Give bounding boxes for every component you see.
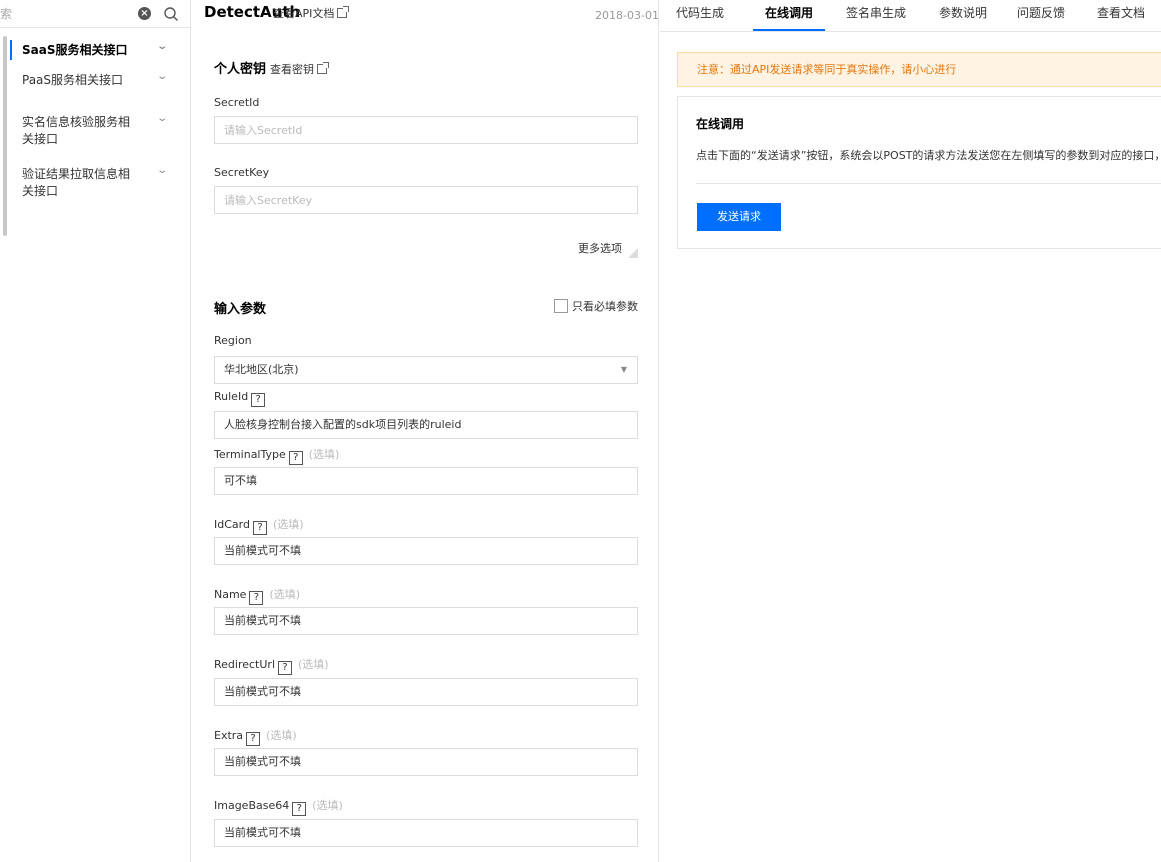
sidebar-search-bar: × [0, 0, 191, 28]
external-link-icon [337, 6, 350, 18]
tab-signature-gen[interactable]: 签名串生成 [846, 4, 906, 31]
sidebar-item-label: PaaS服务相关接口 [22, 73, 124, 87]
sidebar-item-paas[interactable]: PaaS服务相关接口 ⌄ [10, 66, 180, 108]
help-icon[interactable]: ? [292, 802, 307, 816]
caret-down-icon: ▼ [620, 365, 627, 374]
region-select-value: 华北地区(北京) [224, 363, 299, 376]
param-name: RuleId [214, 390, 249, 403]
sidebar-item-realname[interactable]: 实名信息核验服务相关接口 ⌄ [10, 108, 180, 160]
param-input-name[interactable]: 当前模式可不填 [214, 607, 638, 635]
param-input-idcard[interactable]: 当前模式可不填 [214, 537, 638, 565]
help-icon[interactable]: ? [249, 591, 264, 605]
help-icon[interactable]: ? [252, 521, 267, 535]
secret-key-label: SecretKey [214, 166, 270, 179]
view-secret-link[interactable]: 查看密钥 [270, 62, 330, 76]
invoke-title: 在线调用 [696, 117, 745, 131]
optional-tag: (选填) [312, 799, 343, 812]
param-name: RedirectUrl [214, 658, 275, 671]
param-label-imagebase64: ImageBase64? (选填) [214, 797, 343, 816]
api-version-date: 2018-03-01 [595, 9, 659, 22]
api-doc-link-label: 查看API文档 [273, 7, 335, 20]
params-section-title: 输入参数 [214, 302, 267, 317]
optional-tag: (选填) [298, 658, 329, 671]
invoke-card: 在线调用 点击下面的“发送请求”按钮，系统会以POST的请求方法发送您在左侧填写… [677, 96, 1161, 249]
sidebar-item-label: 验证结果拉取信息相关接口 [22, 167, 131, 198]
secret-id-input[interactable] [214, 116, 638, 144]
required-only-label: 只看必填参数 [572, 300, 638, 313]
send-request-button[interactable]: 发送请求 [697, 203, 781, 231]
required-only-checkbox[interactable] [554, 299, 568, 313]
secret-key-input[interactable] [214, 186, 638, 214]
chevron-down-icon: ⌄ [155, 41, 168, 52]
tab-online-invoke[interactable]: 在线调用 [752, 4, 826, 31]
sidebar-item-label: 实名信息核验服务相关接口 [22, 115, 131, 146]
secret-id-label: SecretId [214, 96, 260, 109]
sidebar-item-label: SaaS服务相关接口 [22, 43, 128, 57]
param-label-extra: Extra? (选填) [214, 727, 297, 746]
warning-banner: 注意：通过API发送请求等同于真实操作，请小心进行 [677, 52, 1161, 87]
optional-tag: (选填) [269, 588, 301, 601]
chevron-down-icon: ⌄ [155, 113, 168, 124]
tab-code-gen[interactable]: 代码生成 [676, 4, 724, 31]
param-name: Name [214, 588, 247, 601]
search-icon[interactable] [163, 6, 179, 22]
secret-section-heading: 个人密钥 [214, 62, 267, 77]
sidebar-scrollbar[interactable] [3, 36, 7, 236]
divider [696, 183, 1161, 184]
param-input-redirecturl[interactable]: 当前模式可不填 [214, 678, 638, 706]
secret-section-title: 个人密钥 查看密钥 [214, 58, 330, 77]
sidebar-nav: SaaS服务相关接口 ⌄ PaaS服务相关接口 ⌄ 实名信息核验服务相关接口 ⌄… [10, 36, 180, 212]
help-icon[interactable]: ? [288, 451, 303, 465]
corner-expand-icon [628, 248, 638, 258]
param-input-ruleid[interactable]: 人脸核身控制台接入配置的sdk项目列表的ruleid [214, 411, 638, 439]
optional-tag: (选填) [266, 729, 297, 742]
view-secret-link-label: 查看密钥 [270, 63, 315, 76]
external-link-icon [317, 62, 330, 74]
param-input-imagebase64[interactable]: 当前模式可不填 [214, 819, 638, 847]
help-icon[interactable]: ? [251, 393, 266, 407]
optional-tag: (选填) [308, 448, 340, 461]
param-name: Extra [214, 729, 244, 742]
invoke-description: 点击下面的“发送请求”按钮，系统会以POST的请求方法发送您在左侧填写的参数到对… [696, 149, 1161, 162]
chevron-down-icon: ⌄ [155, 165, 168, 176]
tab-view-docs[interactable]: 查看文档 [1097, 4, 1145, 31]
param-name: IdCard [214, 518, 250, 531]
sidebar-item-saas[interactable]: SaaS服务相关接口 ⌄ [10, 36, 180, 66]
param-label-ruleid: RuleId? [214, 390, 266, 407]
api-doc-link[interactable]: 查看API文档 [273, 5, 350, 21]
param-label-redirecturl: RedirectUrl? (选填) [214, 656, 329, 675]
param-name: ImageBase64 [214, 799, 290, 812]
sidebar-search-input[interactable] [0, 4, 130, 24]
region-label: Region [214, 334, 252, 347]
param-input-terminaltype[interactable]: 可不填 [214, 467, 638, 495]
invoke-panel: 代码生成 在线调用 签名串生成 参数说明 问题反馈 查看文档 注意：通过API发… [660, 0, 1161, 862]
region-select[interactable]: 华北地区(北京) ▼ [214, 356, 638, 384]
param-label-name: Name? (选填) [214, 586, 300, 605]
more-options-toggle[interactable]: 更多选项 [578, 240, 638, 258]
param-label-idcard: IdCard? (选填) [214, 516, 304, 535]
more-options-label: 更多选项 [578, 242, 622, 255]
help-icon[interactable]: ? [278, 661, 292, 675]
api-header: DetectAuth 查看API文档 2018-03-01 [191, 0, 659, 30]
param-input-extra[interactable]: 当前模式可不填 [214, 748, 638, 776]
tab-param-desc[interactable]: 参数说明 [939, 4, 987, 31]
tab-feedback[interactable]: 问题反馈 [1017, 4, 1065, 31]
api-sidebar: × SaaS服务相关接口 ⌄ PaaS服务相关接口 ⌄ 实名信息核验服务相关接口… [0, 0, 191, 862]
panel-tabs: 代码生成 在线调用 签名串生成 参数说明 问题反馈 查看文档 [660, 0, 1161, 32]
sidebar-item-result[interactable]: 验证结果拉取信息相关接口 ⌄ [10, 160, 180, 212]
request-form-panel: DetectAuth 查看API文档 2018-03-01 个人密钥 查看密钥 S… [191, 0, 659, 862]
required-only-toggle[interactable]: 只看必填参数 [554, 298, 638, 314]
param-name: TerminalType [214, 448, 286, 461]
param-label-terminaltype: TerminalType? (选填) [214, 446, 339, 465]
help-icon[interactable]: ? [246, 732, 261, 746]
chevron-down-icon: ⌄ [155, 71, 168, 82]
clear-icon[interactable]: × [138, 7, 151, 20]
optional-tag: (选填) [272, 518, 304, 531]
